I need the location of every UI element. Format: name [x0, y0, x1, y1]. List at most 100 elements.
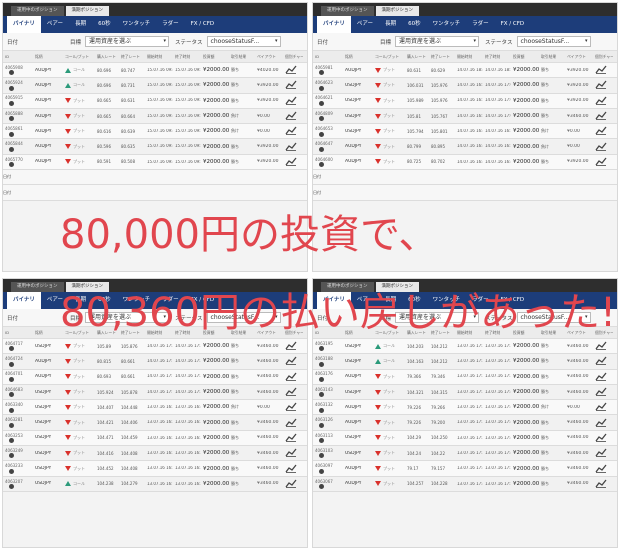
table-row[interactable]: 4065844 AUDJPY プット 80.596 80.635 15.07.16 09:… [3, 139, 307, 155]
table-row[interactable]: 4064683 USDJPY プット 105.924 105.878 14.07.16 1… [3, 384, 307, 401]
table-row[interactable]: 4064623 USDJPY プット 106.031 105.976 14.07.16 1… [313, 78, 617, 94]
chart-icon[interactable] [283, 448, 303, 458]
chart-icon[interactable] [593, 157, 613, 167]
nav-item-1[interactable]: ペアー [351, 16, 379, 33]
table-row[interactable]: 4063249 USDJPY プット 104.416 104.408 13.07.16 1… [3, 446, 307, 462]
tab-open-positions[interactable]: 運用中のポジション [321, 6, 374, 16]
chart-icon[interactable] [593, 142, 613, 152]
payout-amount: ¥3460.00 [257, 481, 279, 487]
table-row[interactable]: 4065888 AUDJPY プット 80.665 80.664 15.07.16 09:… [3, 108, 307, 125]
table-row[interactable]: 4063207 USDJPY コール 104.238 104.279 13.07.16 1… [3, 476, 307, 492]
entry-time: 14.07.16 16:56 [457, 83, 483, 88]
table-row[interactable]: 4063067 AUDJPY プット 104.257 104.228 13.07.16 1… [313, 476, 617, 492]
chart-icon[interactable] [593, 433, 613, 443]
chart-icon[interactable] [593, 448, 613, 458]
chart-icon[interactable] [283, 479, 303, 489]
table-row[interactable]: 4063113 USDJPY プット 104.29 104.250 13.07.16 17… [313, 430, 617, 447]
chart-icon[interactable] [593, 96, 613, 106]
table-row[interactable]: 4065981 AUDJPY プット 80.631 80.629 14.07.16 18:… [313, 63, 617, 79]
chart-icon[interactable] [283, 356, 303, 366]
table-row[interactable]: 4063233 USDJPY プット 104.452 104.408 13.07.16 1… [3, 461, 307, 477]
tab-expired-positions[interactable]: 満期ポジション [375, 6, 419, 16]
chart-icon[interactable] [593, 372, 613, 382]
chart-icon[interactable] [283, 111, 303, 121]
nav-item-3[interactable]: 60秒 [402, 16, 427, 33]
entry-rate: 79.226 [407, 420, 421, 426]
nav-item-4[interactable]: ワンタッチ [117, 16, 157, 33]
tab-open-positions[interactable]: 運用中のポジション [11, 282, 64, 292]
chart-icon[interactable] [283, 96, 303, 106]
table-row[interactable]: 4064600 AUDJPY プット 80.725 80.702 14.07.16 16:… [313, 154, 617, 171]
table-row[interactable]: 4063176 AUDJPY プット 79.366 79.346 13.07.16 17:… [313, 369, 617, 385]
table-row[interactable]: 4063143 USDJPY プット 104.321 104.315 13.07.16 1… [313, 384, 617, 401]
chart-icon[interactable] [593, 402, 613, 412]
chart-icon[interactable] [283, 142, 303, 152]
nav-item-3[interactable]: 60秒 [92, 16, 117, 33]
table-row[interactable]: 4064621 USDJPY プット 105.989 105.976 14.07.16 1… [313, 93, 617, 109]
table-row[interactable]: 4064724 AUDJPY プット 80.815 80.661 14.07.16 17:… [3, 354, 307, 370]
user-icon [9, 407, 14, 413]
chart-icon[interactable] [283, 80, 303, 90]
table-row[interactable]: 4063195 USDJPY コール 104.203 104.212 13.07.16 1… [313, 339, 617, 355]
chart-icon[interactable] [593, 387, 613, 397]
table-row[interactable]: 4065915 AUDJPY プット 80.665 80.631 15.07.16 09:… [3, 93, 307, 109]
chart-icon[interactable] [593, 65, 613, 75]
currency-pair: USDJPY [35, 450, 52, 456]
chart-icon[interactable] [283, 126, 303, 136]
chart-icon[interactable] [593, 356, 613, 366]
nav-item-4[interactable]: ワンタッチ [427, 16, 467, 33]
table-row[interactable]: 4064701 AUDJPY プット 80.693 80.661 14.07.16 17:… [3, 369, 307, 385]
chart-icon[interactable] [283, 402, 303, 412]
chart-icon[interactable] [593, 418, 613, 428]
table-row[interactable]: 4063281 USDJPY プット 104.421 104.406 13.07.16 1… [3, 415, 307, 431]
nav-item-1[interactable]: ペアー [41, 16, 69, 33]
chart-icon[interactable] [283, 341, 303, 351]
table-row[interactable]: 4065924 AUDJPY コール 80.696 80.731 15.07.16 09:… [3, 78, 307, 94]
chart-icon[interactable] [283, 464, 303, 474]
table-row[interactable]: 4065908 AUDJPY コール 80.696 80.747 15.07.16 09:… [3, 63, 307, 79]
nav-item-0[interactable]: バイナリ [317, 16, 351, 33]
nav-item-2[interactable]: 長期 [379, 16, 402, 33]
chart-icon[interactable] [593, 126, 613, 136]
table-row[interactable]: 4063097 AUDJPY プット 79.17 79.157 13.07.16 17:4… [313, 461, 617, 477]
nav-item-5[interactable]: ラダー [466, 16, 495, 33]
status-select[interactable]: chooseStatusF... ▾ [516, 36, 591, 47]
chart-icon[interactable] [283, 387, 303, 397]
chart-icon[interactable] [593, 111, 613, 121]
chart-icon[interactable] [283, 65, 303, 75]
nav-item-5[interactable]: ラダー [156, 16, 185, 33]
position-tabs: 運用中のポジション 満期ポジション [313, 3, 617, 16]
chart-icon[interactable] [593, 479, 613, 489]
table-row[interactable]: 4063126 AUDJPY プット 79.226 79.200 13.07.16 17:… [313, 415, 617, 431]
table-row[interactable]: 4064809 USDJPY プット 105.81 105.767 14.07.16 16… [313, 108, 617, 125]
table-row[interactable]: 4063132 AUDJPY プット 79.226 79.266 13.07.16 17:… [313, 400, 617, 416]
chart-icon[interactable] [593, 464, 613, 474]
trade-id: 4065888 [5, 110, 23, 116]
table-row[interactable]: 4063188 USDJPY コール 104.163 104.212 13.07.16 1… [313, 354, 617, 370]
nav-item-0[interactable]: バイナリ [7, 16, 41, 33]
tab-open-positions[interactable]: 運用中のポジション [11, 6, 64, 16]
tab-expired-positions[interactable]: 満期ポジション [65, 6, 109, 16]
asset-select[interactable]: 運用資産を選ぶ ▾ [85, 36, 170, 47]
trade-id-cell: 4064647 [313, 141, 343, 152]
nav-item-2[interactable]: 長期 [69, 16, 92, 33]
status-select[interactable]: chooseStatusF... ▾ [206, 36, 281, 47]
chart-icon[interactable] [283, 157, 303, 167]
table-row[interactable]: 4063103 USDJPY プット 104.24 104.22 13.07.16 17:… [313, 446, 617, 462]
chart-icon[interactable] [283, 433, 303, 443]
table-row[interactable]: 4063253 USDJPY プット 104.471 104.459 13.07.16 1… [3, 430, 307, 447]
asset-select[interactable]: 運用資産を選ぶ ▾ [395, 36, 480, 47]
table-row[interactable]: 4065861 AUDJPY プット 80.616 80.639 15.07.16 09:… [3, 124, 307, 140]
nav-item-6[interactable]: FX / CFD [185, 16, 221, 33]
table-row[interactable]: 4064647 AUDJPY プット 80.799 80.895 14.07.16 16:… [313, 139, 617, 155]
table-row[interactable]: 4063340 USDJPY プット 104.407 104.448 13.07.16 1… [3, 400, 307, 416]
table-row[interactable]: 4065770 AUDJPY プット 80.591 80.508 15.07.16 09:… [3, 154, 307, 171]
chart-icon[interactable] [283, 372, 303, 382]
nav-item-0[interactable]: バイナリ [7, 292, 41, 309]
table-row[interactable]: 4064653 USDJPY プット 105.794 105.801 14.07.16 1… [313, 124, 617, 140]
chart-icon[interactable] [593, 80, 613, 90]
chart-icon[interactable] [593, 341, 613, 351]
nav-item-6[interactable]: FX / CFD [495, 16, 531, 33]
chart-icon[interactable] [283, 418, 303, 428]
table-row[interactable]: 4064717 USDJPY プット 105.89 105.876 14.07.16 17… [3, 339, 307, 355]
